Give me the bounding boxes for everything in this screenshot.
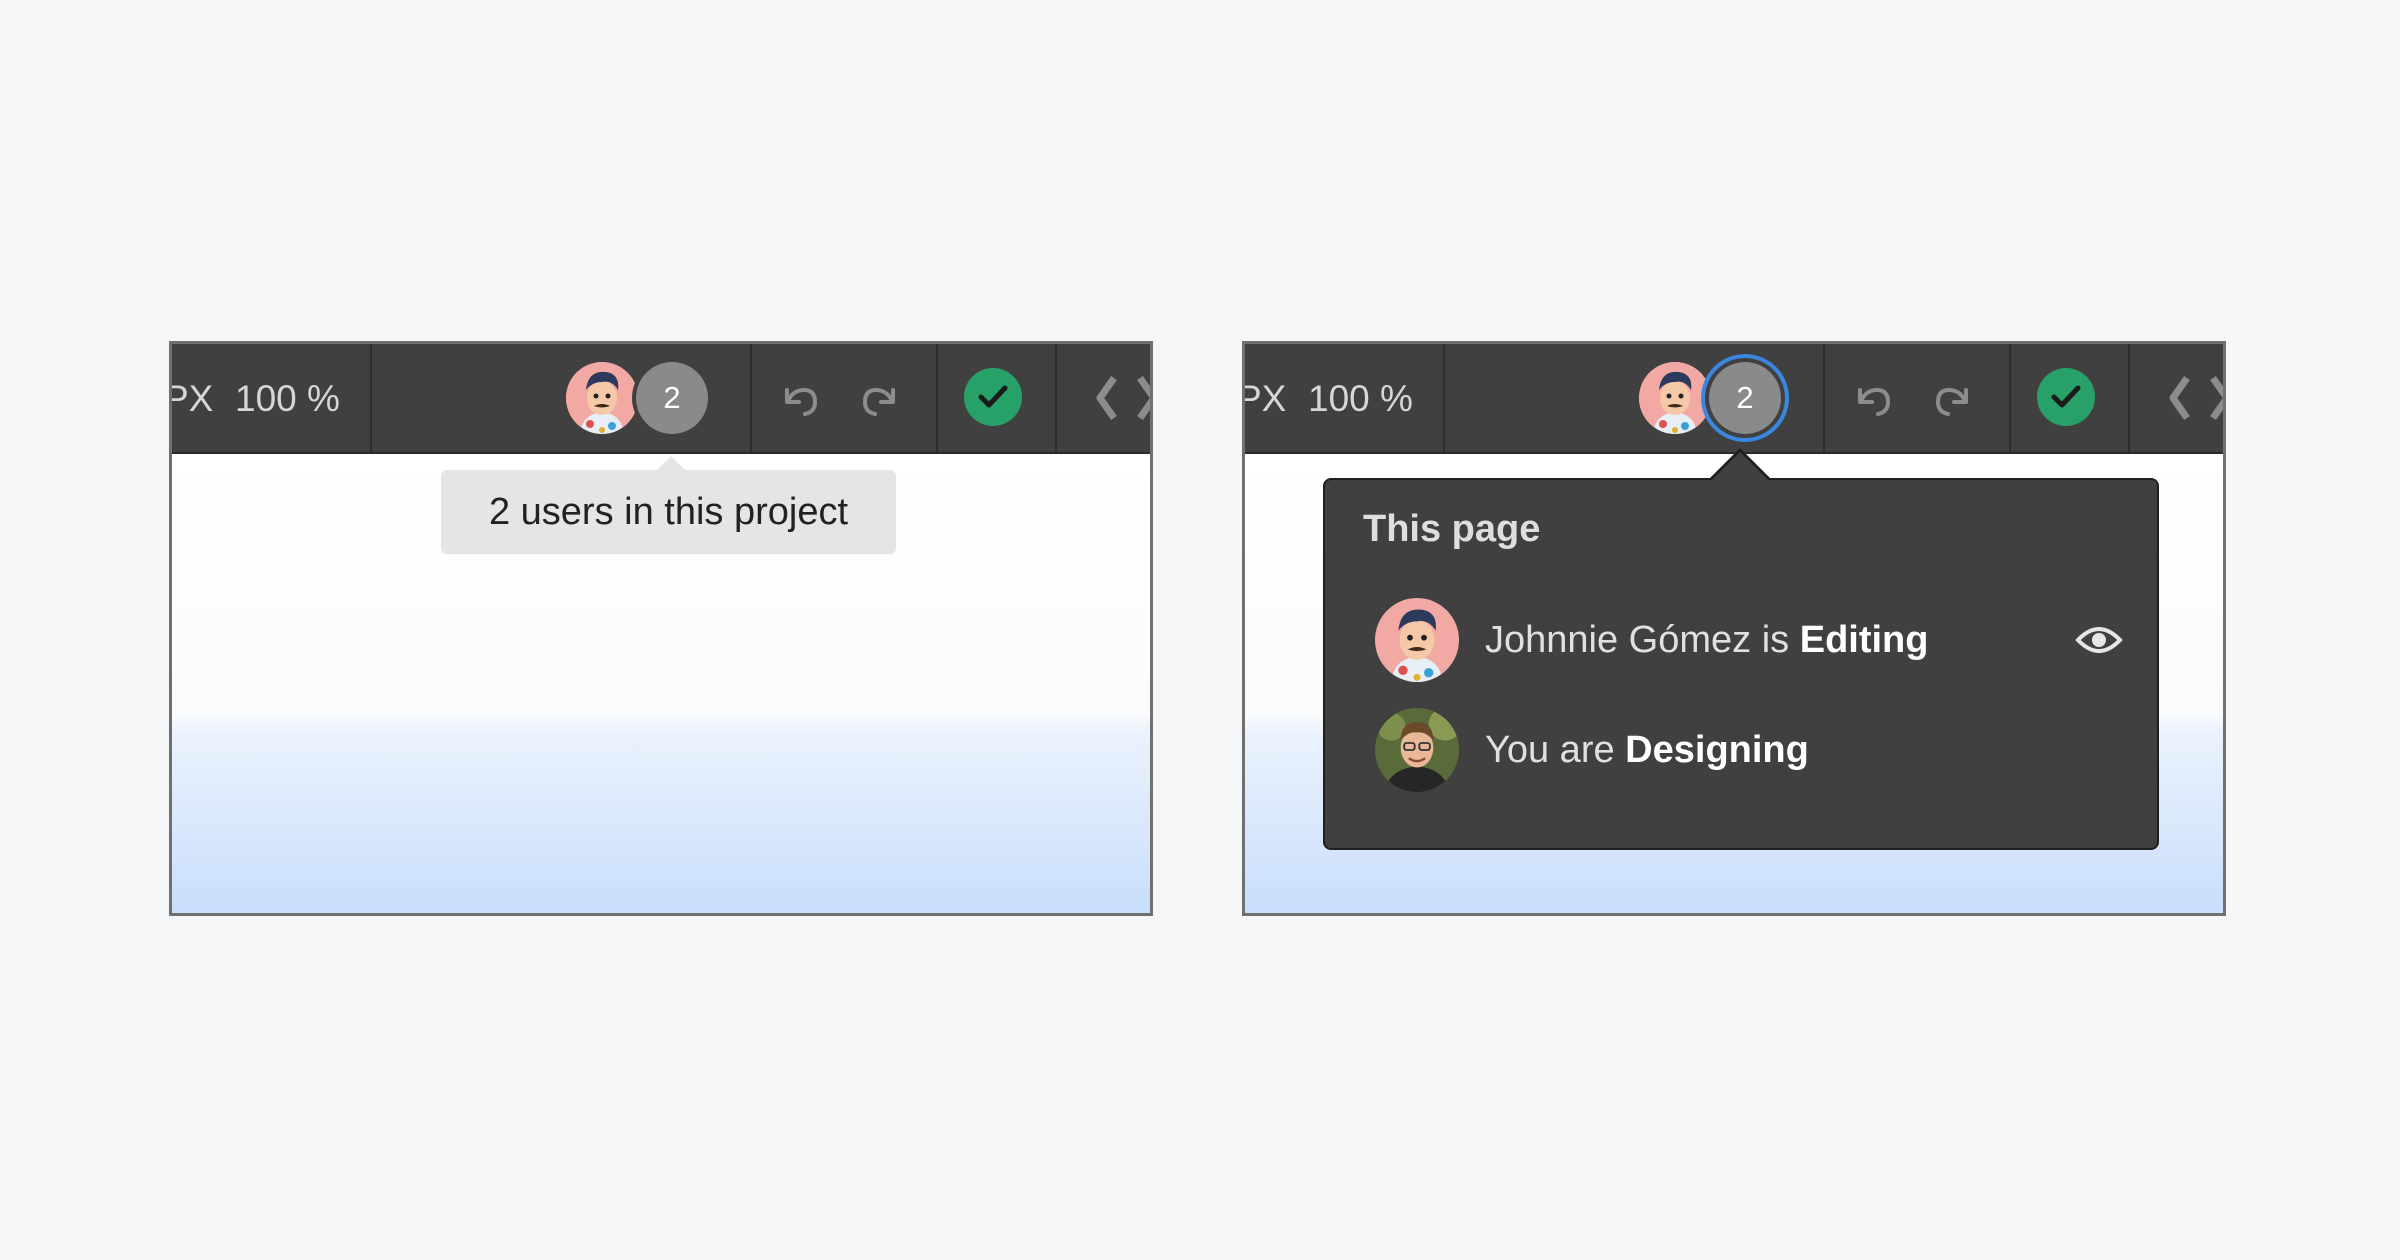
users-tooltip: 2 users in this project <box>441 470 896 554</box>
user-status-text: Johnnie Gómez is Editing <box>1485 619 1929 661</box>
avatar <box>1375 708 1459 792</box>
undo-icon[interactable] <box>1850 376 1896 422</box>
photo-avatar-icon <box>1375 708 1459 792</box>
top-toolbar: PX 100 % 2 <box>172 344 1150 454</box>
popover-title: This page <box>1363 508 1541 550</box>
user-status-text: You are Designing <box>1485 729 1809 771</box>
popover-arrow-inner <box>1711 452 1769 481</box>
user-status: Editing <box>1799 619 1929 661</box>
cartoon-avatar-icon <box>1639 362 1711 434</box>
toolbar-divider <box>1055 344 1057 452</box>
avatar <box>1375 598 1459 682</box>
redo-icon[interactable] <box>1930 376 1976 422</box>
tooltip-arrow <box>657 456 685 470</box>
top-toolbar: PX 100 % 2 <box>1245 344 2223 454</box>
cartoon-avatar-icon <box>1375 598 1459 682</box>
check-icon <box>978 385 1008 408</box>
unit-label[interactable]: PX <box>172 377 213 421</box>
user-status: Designing <box>1625 729 1809 771</box>
zoom-level[interactable]: 100 % <box>1308 377 1413 421</box>
user-row-johnnie[interactable]: Johnnie Gómez is Editing <box>1375 598 2135 682</box>
toolbar-divider <box>2128 344 2130 452</box>
toolbar-divider <box>936 344 938 452</box>
check-icon <box>2051 385 2081 408</box>
toolbar-divider <box>370 344 372 452</box>
user-row-you: You are Designing <box>1375 708 2135 792</box>
eye-icon[interactable] <box>2075 622 2123 658</box>
publish-status-button[interactable] <box>964 368 1022 426</box>
collaborator-avatar[interactable] <box>1639 362 1711 434</box>
toolbar-divider <box>2009 344 2011 452</box>
toolbar-divider <box>750 344 752 452</box>
users-popover: This page Johnnie Gómez is Editing You a… <box>1323 478 2159 850</box>
code-icon[interactable] <box>1092 372 1153 424</box>
redo-icon[interactable] <box>857 376 903 422</box>
user-count-badge[interactable]: 2 <box>636 362 708 434</box>
left-editor-panel: PX 100 % 2 <box>169 341 1153 916</box>
zoom-level[interactable]: 100 % <box>235 377 340 421</box>
toolbar-divider <box>1443 344 1445 452</box>
user-count-badge[interactable]: 2 <box>1709 362 1781 434</box>
collaborator-avatar[interactable] <box>566 362 638 434</box>
toolbar-divider <box>1823 344 1825 452</box>
publish-status-button[interactable] <box>2037 368 2095 426</box>
unit-label[interactable]: PX <box>1245 377 1286 421</box>
undo-icon[interactable] <box>777 376 823 422</box>
cartoon-avatar-icon <box>566 362 638 434</box>
code-icon[interactable] <box>2165 372 2226 424</box>
